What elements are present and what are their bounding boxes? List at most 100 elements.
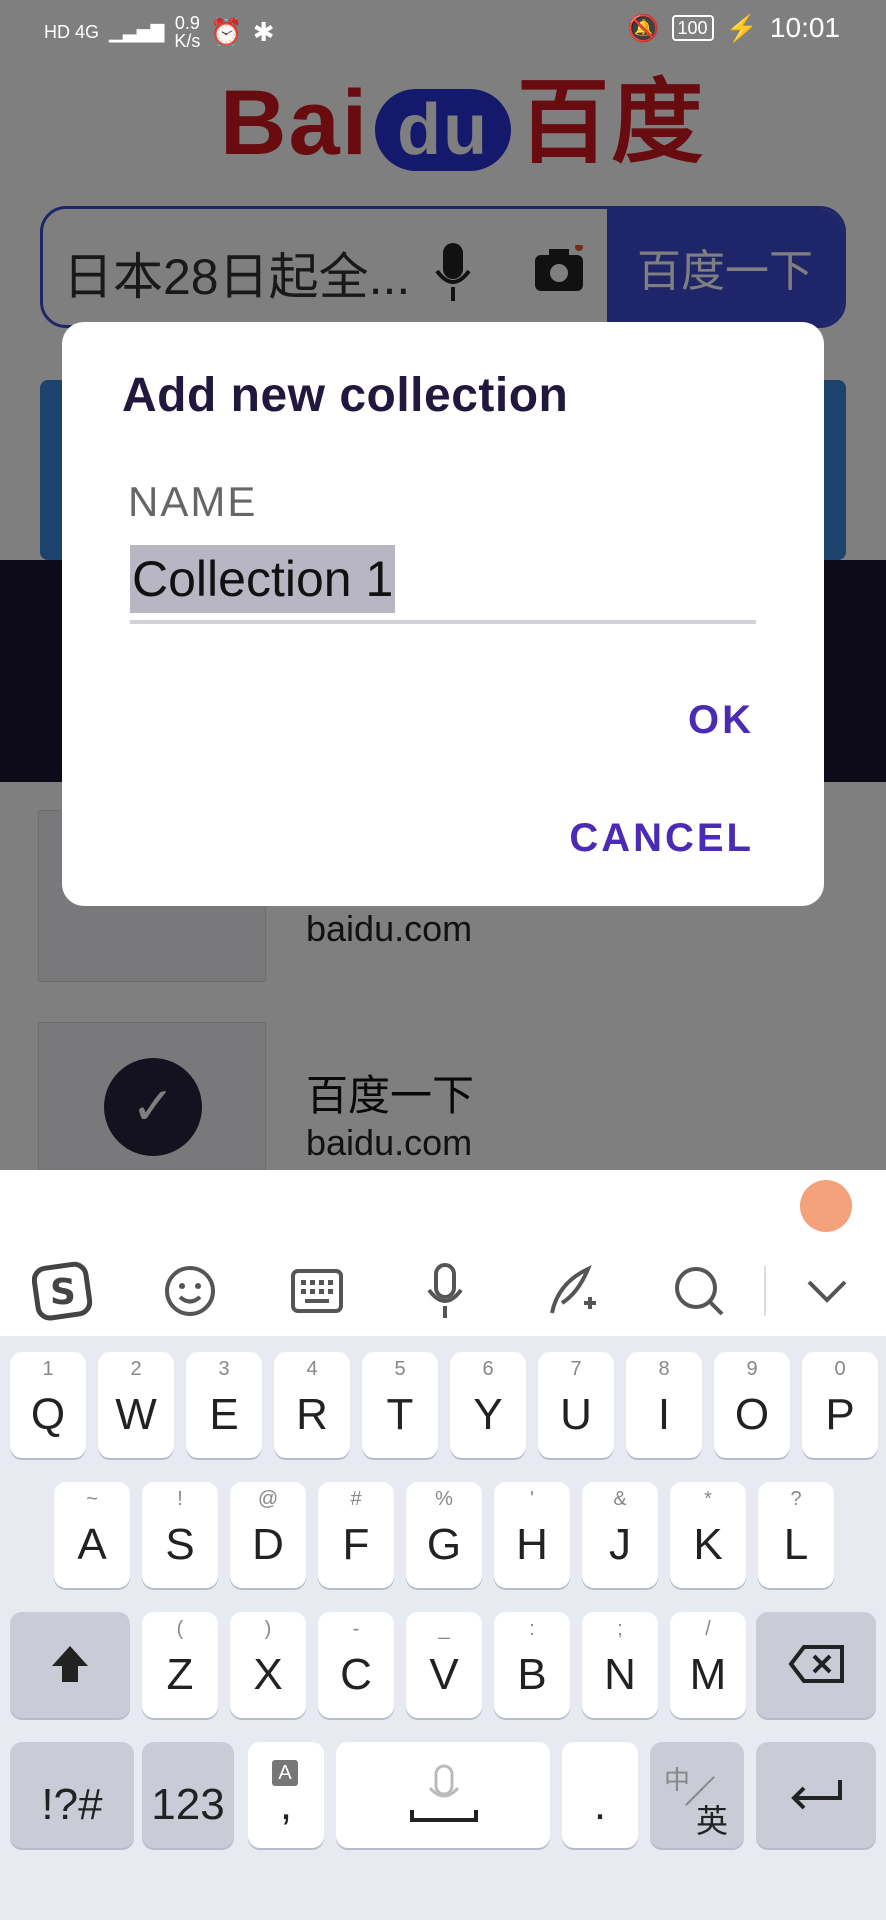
hd-4g-icon: HD 4G bbox=[44, 21, 100, 42]
key-label: T bbox=[386, 1390, 414, 1439]
key-label: P bbox=[825, 1390, 855, 1439]
emoji-icon[interactable] bbox=[155, 1256, 225, 1326]
key-hint: 8 bbox=[658, 1358, 670, 1380]
alarm-icon: ⏰ bbox=[210, 16, 243, 47]
language-switch-key[interactable]: 中英 bbox=[650, 1742, 744, 1848]
key-i[interactable]: 8I bbox=[626, 1352, 702, 1458]
key-hint: 0 bbox=[834, 1358, 846, 1380]
key-v[interactable]: _ V bbox=[406, 1612, 482, 1718]
key-l[interactable]: ? L bbox=[758, 1482, 834, 1588]
key-hint: ; bbox=[617, 1618, 623, 1640]
key-d[interactable]: @ D bbox=[230, 1482, 306, 1588]
chevron-down-icon[interactable] bbox=[792, 1256, 862, 1326]
key-z[interactable]: (Z bbox=[142, 1612, 218, 1718]
key-g[interactable]: % G bbox=[406, 1482, 482, 1588]
lang-zh: 中 bbox=[664, 1765, 691, 1795]
collection-name-input[interactable]: Collection 1 bbox=[130, 545, 756, 624]
key-q[interactable]: 1Q bbox=[10, 1352, 86, 1458]
enter-icon bbox=[791, 1780, 842, 1810]
key-w[interactable]: 2W bbox=[98, 1352, 174, 1458]
mute-icon: 🔕 bbox=[627, 12, 660, 43]
key-label: G bbox=[426, 1520, 462, 1569]
bluetooth-icon: ✱ bbox=[252, 16, 275, 47]
backspace-key[interactable] bbox=[756, 1612, 876, 1718]
comma-key[interactable]: ,A bbox=[248, 1742, 324, 1848]
key-label: I bbox=[657, 1390, 671, 1439]
key-label: . bbox=[593, 1780, 607, 1829]
key-label: , bbox=[279, 1780, 293, 1829]
handwriting-icon[interactable] bbox=[537, 1256, 607, 1326]
key-hint: ! bbox=[177, 1488, 183, 1510]
key-e[interactable]: 3E bbox=[186, 1352, 262, 1458]
key-t[interactable]: 5T bbox=[362, 1352, 438, 1458]
symbols-key[interactable]: !?# bbox=[10, 1742, 134, 1848]
key-label: M bbox=[689, 1650, 727, 1699]
key-j[interactable]: & J bbox=[582, 1482, 658, 1588]
key-u[interactable]: 7U bbox=[538, 1352, 614, 1458]
key-label: O bbox=[734, 1390, 770, 1439]
key-hint: _ bbox=[438, 1618, 450, 1640]
key-k[interactable]: * K bbox=[670, 1482, 746, 1588]
key-label: Z bbox=[166, 1650, 194, 1699]
space-key[interactable] bbox=[336, 1742, 550, 1848]
shift-key[interactable] bbox=[10, 1612, 130, 1718]
key-label: V bbox=[429, 1650, 459, 1699]
key-label: J bbox=[609, 1520, 631, 1569]
mic-icon[interactable] bbox=[410, 1256, 480, 1326]
key-hint: @ bbox=[257, 1488, 279, 1510]
period-key[interactable]: . bbox=[562, 1742, 638, 1848]
key-label: H bbox=[516, 1520, 548, 1569]
key-m[interactable]: / M bbox=[670, 1612, 746, 1718]
key-label: E bbox=[209, 1390, 239, 1439]
key-label: N bbox=[604, 1650, 636, 1699]
key-o[interactable]: 9O bbox=[714, 1352, 790, 1458]
space-mic-icon bbox=[410, 1764, 478, 1822]
dialog-title: Add new collection bbox=[122, 369, 569, 422]
key-n[interactable]: ; N bbox=[582, 1612, 658, 1718]
key-label: D bbox=[252, 1520, 284, 1569]
backspace-icon bbox=[788, 1645, 844, 1683]
key-label: A bbox=[77, 1520, 107, 1569]
mascot-icon[interactable] bbox=[800, 1180, 852, 1232]
key-hint: & bbox=[613, 1488, 627, 1510]
cancel-button[interactable]: CANCEL bbox=[569, 816, 754, 861]
key-hint: 9 bbox=[746, 1358, 758, 1380]
enter-key[interactable] bbox=[756, 1742, 876, 1848]
key-f[interactable]: # F bbox=[318, 1482, 394, 1588]
key-hint: ~ bbox=[86, 1488, 98, 1510]
keyboard-icon[interactable] bbox=[282, 1256, 352, 1326]
key-c[interactable]: -C bbox=[318, 1612, 394, 1718]
key-h[interactable]: ' H bbox=[494, 1482, 570, 1588]
soft-keyboard: S 1 Q 2 W 3 E 4 R 5 T 6 Y 7 U 8 I 9 O 0 P ~ A! S @ D # F% G ' H & J * K? L… bbox=[0, 1170, 886, 1920]
key-r[interactable]: 4R bbox=[274, 1352, 350, 1458]
clock: 10:01 bbox=[769, 12, 840, 43]
key-s[interactable]: ! S bbox=[142, 1482, 218, 1588]
key-hint: : bbox=[529, 1618, 535, 1640]
key-a[interactable]: ~ A bbox=[54, 1482, 130, 1588]
font-a-icon: A bbox=[272, 1760, 298, 1786]
key-label: F bbox=[342, 1520, 370, 1569]
search-icon[interactable] bbox=[664, 1256, 734, 1326]
key-label: W bbox=[115, 1390, 157, 1439]
lang-en: 英 bbox=[696, 1803, 729, 1839]
key-hint: ' bbox=[530, 1488, 534, 1510]
key-label: Y bbox=[473, 1390, 503, 1439]
keyboard-toolbar: S bbox=[0, 1170, 886, 1336]
key-label: K bbox=[693, 1520, 723, 1569]
key-label: C bbox=[340, 1650, 372, 1699]
sogou-logo-icon[interactable]: S bbox=[28, 1256, 98, 1326]
key-label: B bbox=[517, 1650, 547, 1699]
key-hint: - bbox=[352, 1618, 360, 1640]
key-x[interactable]: ) X bbox=[230, 1612, 306, 1718]
net-speed: 0.9 K/s bbox=[174, 13, 201, 51]
key-label: S bbox=[165, 1520, 195, 1569]
key-p[interactable]: 0P bbox=[802, 1352, 878, 1458]
key-hint: 4 bbox=[306, 1358, 318, 1380]
key-b[interactable]: :B bbox=[494, 1612, 570, 1718]
ok-button[interactable]: OK bbox=[688, 698, 754, 743]
charging-icon: ⚡ bbox=[725, 12, 758, 43]
key-hint: 2 bbox=[130, 1358, 142, 1380]
key-y[interactable]: 6Y bbox=[450, 1352, 526, 1458]
key-label: !?# bbox=[41, 1780, 103, 1829]
numbers-key[interactable]: 123 bbox=[142, 1742, 234, 1848]
